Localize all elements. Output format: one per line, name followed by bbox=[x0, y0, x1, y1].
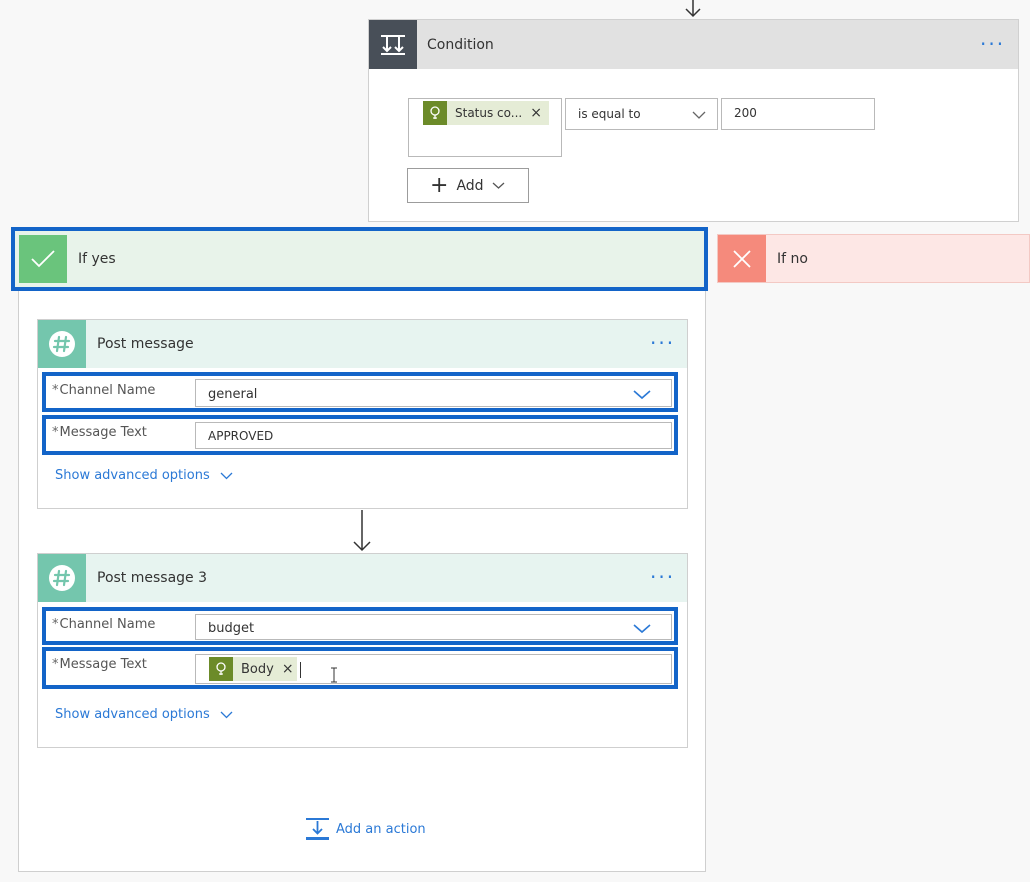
post1-message-label: *Message Text bbox=[52, 425, 147, 440]
add-action-button[interactable]: Add an action bbox=[306, 817, 426, 841]
bulb-icon bbox=[209, 657, 233, 681]
status-code-token-label: Status co... bbox=[455, 106, 523, 120]
post1-message-row: *Message Text APPROVED bbox=[42, 415, 678, 455]
body-token-remove-icon[interactable]: × bbox=[282, 661, 294, 677]
post-message-3-title: Post message 3 bbox=[97, 570, 208, 586]
bulb-icon bbox=[423, 101, 447, 125]
body-token-label: Body bbox=[241, 661, 274, 677]
post2-channel-select[interactable]: budget bbox=[195, 614, 672, 640]
post-message-3-more-icon[interactable]: ··· bbox=[650, 567, 675, 587]
post2-channel-label: *Channel Name bbox=[52, 617, 156, 632]
post-message-3-header[interactable]: Post message 3 ··· bbox=[38, 554, 687, 602]
chevron-down-icon bbox=[492, 182, 504, 189]
post2-message-label: *Message Text bbox=[52, 657, 147, 672]
post2-show-advanced-link[interactable]: Show advanced options bbox=[55, 707, 233, 722]
post1-show-advanced-label: Show advanced options bbox=[55, 468, 210, 483]
post1-channel-label: *Channel Name bbox=[52, 383, 156, 398]
close-icon bbox=[733, 249, 751, 268]
chevron-down-icon bbox=[220, 472, 233, 479]
post-message-title: Post message bbox=[97, 336, 194, 352]
chevron-down-icon bbox=[220, 711, 233, 718]
if-no-header[interactable]: If no bbox=[717, 234, 1030, 283]
if-no-label: If no bbox=[777, 251, 808, 267]
status-code-token-remove-icon[interactable]: × bbox=[530, 105, 542, 121]
condition-operator-select[interactable]: is equal to bbox=[565, 98, 718, 130]
text-caret bbox=[300, 662, 301, 678]
body-token: Body × bbox=[209, 657, 297, 681]
slack-hash-icon bbox=[49, 565, 75, 591]
condition-icon bbox=[369, 20, 417, 69]
slack-icon-box bbox=[38, 320, 86, 368]
plus-icon: + bbox=[430, 172, 449, 198]
post2-message-row: *Message Text Body × bbox=[42, 647, 678, 689]
add-label: Add bbox=[456, 177, 484, 194]
condition-value-input[interactable]: 200 bbox=[721, 98, 875, 130]
post-message-header[interactable]: Post message ··· bbox=[38, 320, 687, 368]
condition-title: Condition bbox=[427, 37, 494, 53]
if-yes-header[interactable]: If yes bbox=[11, 227, 708, 291]
add-action-label: Add an action bbox=[336, 821, 426, 837]
post1-channel-select[interactable]: general bbox=[195, 379, 672, 407]
post-message-more-icon[interactable]: ··· bbox=[650, 333, 675, 353]
condition-card: Condition ··· Status co... × is equal to… bbox=[368, 19, 1019, 222]
checkmark-icon bbox=[31, 250, 55, 268]
operator-value: is equal to bbox=[578, 107, 641, 121]
post1-message-value: APPROVED bbox=[208, 429, 274, 443]
post2-message-input[interactable]: Body × bbox=[195, 654, 672, 684]
condition-more-icon[interactable]: ··· bbox=[980, 34, 1005, 54]
if-yes-label: If yes bbox=[78, 251, 116, 267]
status-code-token: Status co... × bbox=[423, 101, 549, 125]
condition-split-icon bbox=[381, 34, 405, 55]
post2-channel-value: budget bbox=[208, 621, 255, 636]
condition-left-operand[interactable]: Status co... × bbox=[408, 98, 562, 157]
condition-value: 200 bbox=[734, 106, 757, 120]
slack-icon-box bbox=[38, 554, 86, 602]
condition-header[interactable]: Condition ··· bbox=[369, 20, 1018, 69]
slack-hash-icon bbox=[49, 331, 75, 357]
text-cursor-icon bbox=[331, 667, 337, 683]
connector-arrow-mid bbox=[353, 510, 371, 552]
add-condition-button[interactable]: + Add bbox=[407, 168, 529, 203]
post1-show-advanced-link[interactable]: Show advanced options bbox=[55, 468, 233, 483]
post2-channel-row: *Channel Name budget bbox=[42, 607, 678, 645]
post2-show-advanced-label: Show advanced options bbox=[55, 707, 210, 722]
post1-message-input[interactable]: APPROVED bbox=[195, 422, 672, 449]
chevron-down-icon bbox=[633, 624, 651, 634]
connector-arrow-top bbox=[685, 0, 701, 18]
post1-channel-row: *Channel Name general bbox=[42, 372, 678, 412]
if-yes-icon-box bbox=[19, 235, 67, 283]
chevron-down-icon bbox=[692, 111, 706, 119]
if-no-icon-box bbox=[718, 235, 766, 282]
post1-channel-value: general bbox=[208, 387, 258, 402]
chevron-down-icon bbox=[633, 390, 651, 400]
add-action-icon bbox=[306, 818, 329, 840]
